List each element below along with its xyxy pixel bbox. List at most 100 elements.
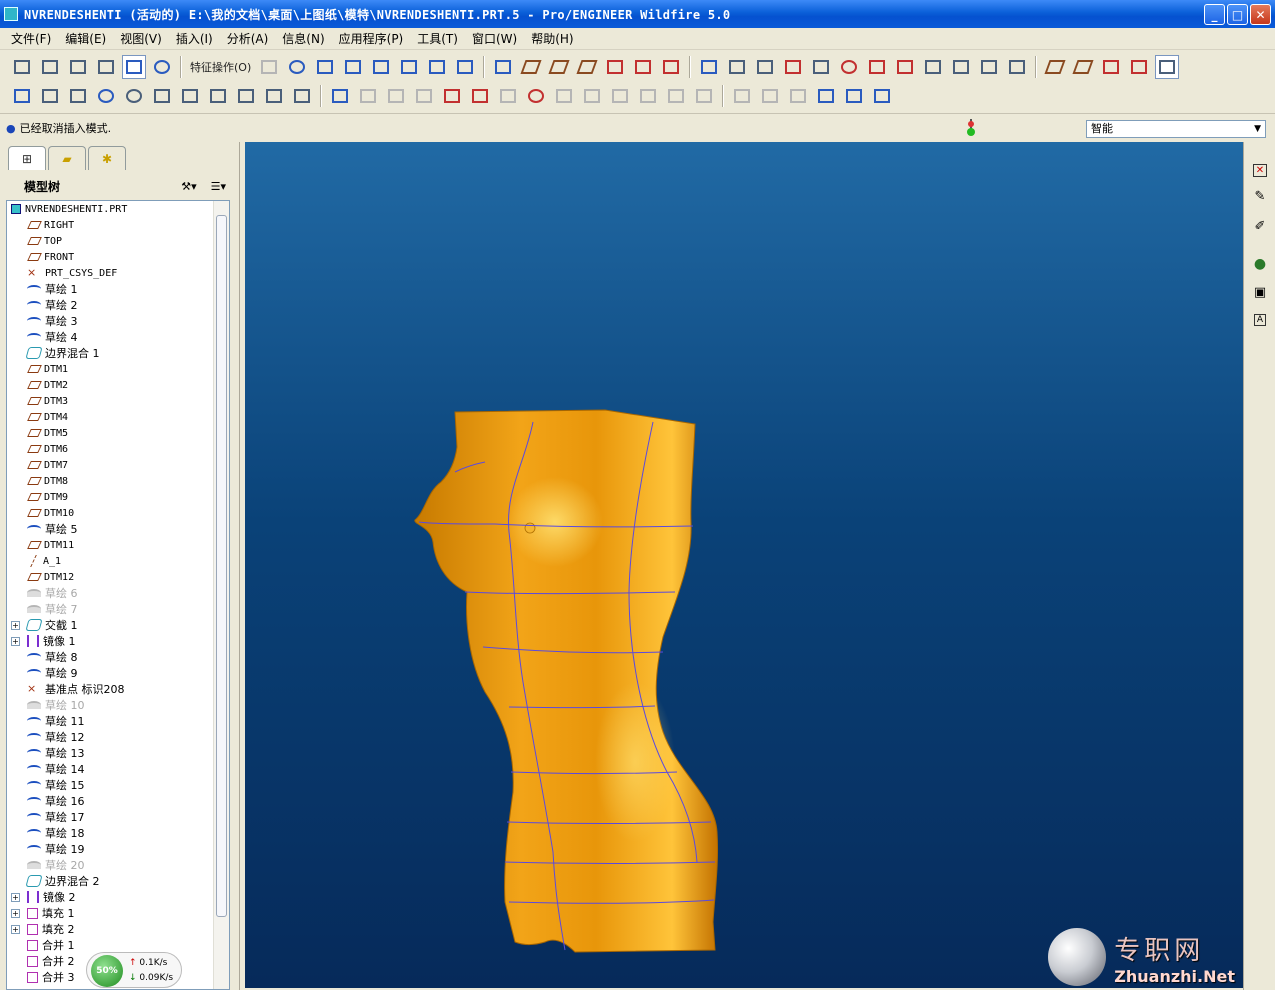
zoom-fit-icon[interactable] [234,84,258,108]
distance-icon[interactable] [921,55,945,79]
point-display-toggle-icon[interactable] [1099,55,1123,79]
curve-icon[interactable] [491,55,515,79]
hole-icon[interactable] [356,84,380,108]
tree-item[interactable]: + 填充 2 [11,921,75,937]
curvature-icon[interactable] [781,55,805,79]
expand-icon[interactable]: + [11,620,20,630]
tree-item[interactable]: 草绘 8 [27,649,78,665]
tree-item[interactable]: + 镜像 2 [11,889,76,905]
menu-analysis[interactable]: 分析(A) [220,30,276,47]
scroll-thumb[interactable] [216,215,227,917]
shaded-curvature-icon[interactable] [837,55,861,79]
model-tree-icon[interactable] [94,84,118,108]
tree-item[interactable]: 草绘 11 [27,713,85,729]
datum-point-tool-icon[interactable] [603,55,627,79]
datum-csys-tool-icon[interactable] [575,55,599,79]
repaint-icon[interactable] [10,55,34,79]
tree-item[interactable]: A_1 [27,553,61,569]
tree-item[interactable]: DTM2 [27,377,68,393]
chamfer-icon[interactable] [412,84,436,108]
tree-item[interactable]: 草绘 4 [27,329,78,345]
tree-item[interactable]: 草绘 7 [27,601,78,617]
point-display-icon[interactable] [659,55,683,79]
tree-item[interactable]: 草绘 5 [27,521,78,537]
tree-item[interactable]: DTM11 [27,537,74,553]
new-file-icon[interactable] [38,84,62,108]
tree-item[interactable]: 草绘 14 [27,761,85,777]
menu-tools[interactable]: 工具(T) [410,30,465,47]
ruler-icon[interactable] [949,55,973,79]
tree-item[interactable]: NVRENDESHENTI.PRT [11,201,127,217]
extrude-surface-icon[interactable] [397,55,421,79]
tree-item[interactable]: 合并 3 [27,969,75,985]
rename-icon[interactable] [178,84,202,108]
reflection-icon[interactable] [809,55,833,79]
draft-analysis-icon[interactable] [865,55,889,79]
menu-info[interactable]: 信息(N) [275,30,331,47]
show-menu-icon[interactable]: ☰▾ [211,180,226,193]
tree-item[interactable]: DTM10 [27,505,74,521]
tree-item[interactable]: 草绘 18 [27,825,85,841]
camera-icon[interactable]: ▣ [1250,282,1270,302]
tree-item[interactable]: 边界混合 2 [25,873,100,889]
maximize-button[interactable]: □ [1227,4,1248,25]
tree-item[interactable]: RIGHT [27,217,74,233]
intersect-tool-icon[interactable] [786,84,810,108]
regenerate-icon[interactable] [328,84,352,108]
tree-item[interactable]: DTM6 [27,441,68,457]
merge-tool-icon[interactable] [730,84,754,108]
dihedral-icon[interactable] [893,55,917,79]
thicken-icon[interactable] [524,84,548,108]
tree-item[interactable]: 草绘 19 [27,841,85,857]
parameters-icon[interactable] [1005,55,1029,79]
tree-item[interactable]: 草绘 16 [27,793,85,809]
expand-icon[interactable]: + [11,924,20,934]
wrap-icon[interactable] [842,84,866,108]
tree-item[interactable]: 草绘 6 [27,585,78,601]
sphere-icon[interactable] [122,84,146,108]
minimize-button[interactable]: _ [1204,4,1225,25]
mirror-tool-icon[interactable] [453,55,477,79]
tree-item[interactable]: + 填充 1 [11,905,75,921]
rib-icon[interactable] [608,84,632,108]
trim-icon[interactable] [758,84,782,108]
tree-item[interactable]: DTM5 [27,425,68,441]
datum-axis-tool-icon[interactable] [547,55,571,79]
menu-applications[interactable]: 应用程序(P) [332,30,411,47]
tree-item[interactable]: DTM3 [27,393,68,409]
tree-item[interactable]: DTM1 [27,361,68,377]
draft-icon[interactable] [636,84,660,108]
tree-item[interactable]: 草绘 17 [27,809,85,825]
orient-icon[interactable] [290,84,314,108]
menu-file[interactable]: 文件(F) [4,30,58,47]
tree-item[interactable]: 合并 2 [27,953,75,969]
table-icon[interactable] [977,55,1001,79]
sweep-icon[interactable] [468,84,492,108]
style-icon[interactable] [313,55,337,79]
close-window-icon[interactable]: ✕ [1250,160,1270,180]
copy-feature-icon[interactable] [257,55,281,79]
tab-folder-browser[interactable]: ▰ [48,146,86,170]
appearance-icon[interactable] [150,55,174,79]
tree-item[interactable]: 草绘 2 [27,297,78,313]
solidify-icon[interactable] [552,84,576,108]
offset-icon[interactable] [369,55,393,79]
offset-surface-icon[interactable] [870,84,894,108]
edit-icon[interactable]: ✎ [1250,186,1270,206]
fill-tool-icon[interactable] [440,84,464,108]
annotation-display-toggle-icon[interactable] [1155,55,1180,79]
plane-display-toggle-icon[interactable] [1043,55,1067,79]
datum-plane-tool-icon[interactable] [519,55,543,79]
tree-item[interactable]: 草绘 10 [27,697,85,713]
tree-item[interactable]: × 基准点 标识208 [27,681,125,697]
boundary-blend-tool-icon[interactable] [341,55,365,79]
tree-item[interactable]: DTM4 [27,409,68,425]
tree-item[interactable]: DTM9 [27,489,68,505]
menu-help[interactable]: 帮助(H) [524,30,580,47]
expand-icon[interactable]: + [11,892,20,902]
tab-model-tree[interactable]: ⊞ [8,146,46,170]
tree-item[interactable]: DTM8 [27,473,68,489]
pattern-icon[interactable] [664,84,688,108]
csys-display-toggle-icon[interactable] [1127,55,1151,79]
sketch-tool-icon[interactable] [285,55,309,79]
